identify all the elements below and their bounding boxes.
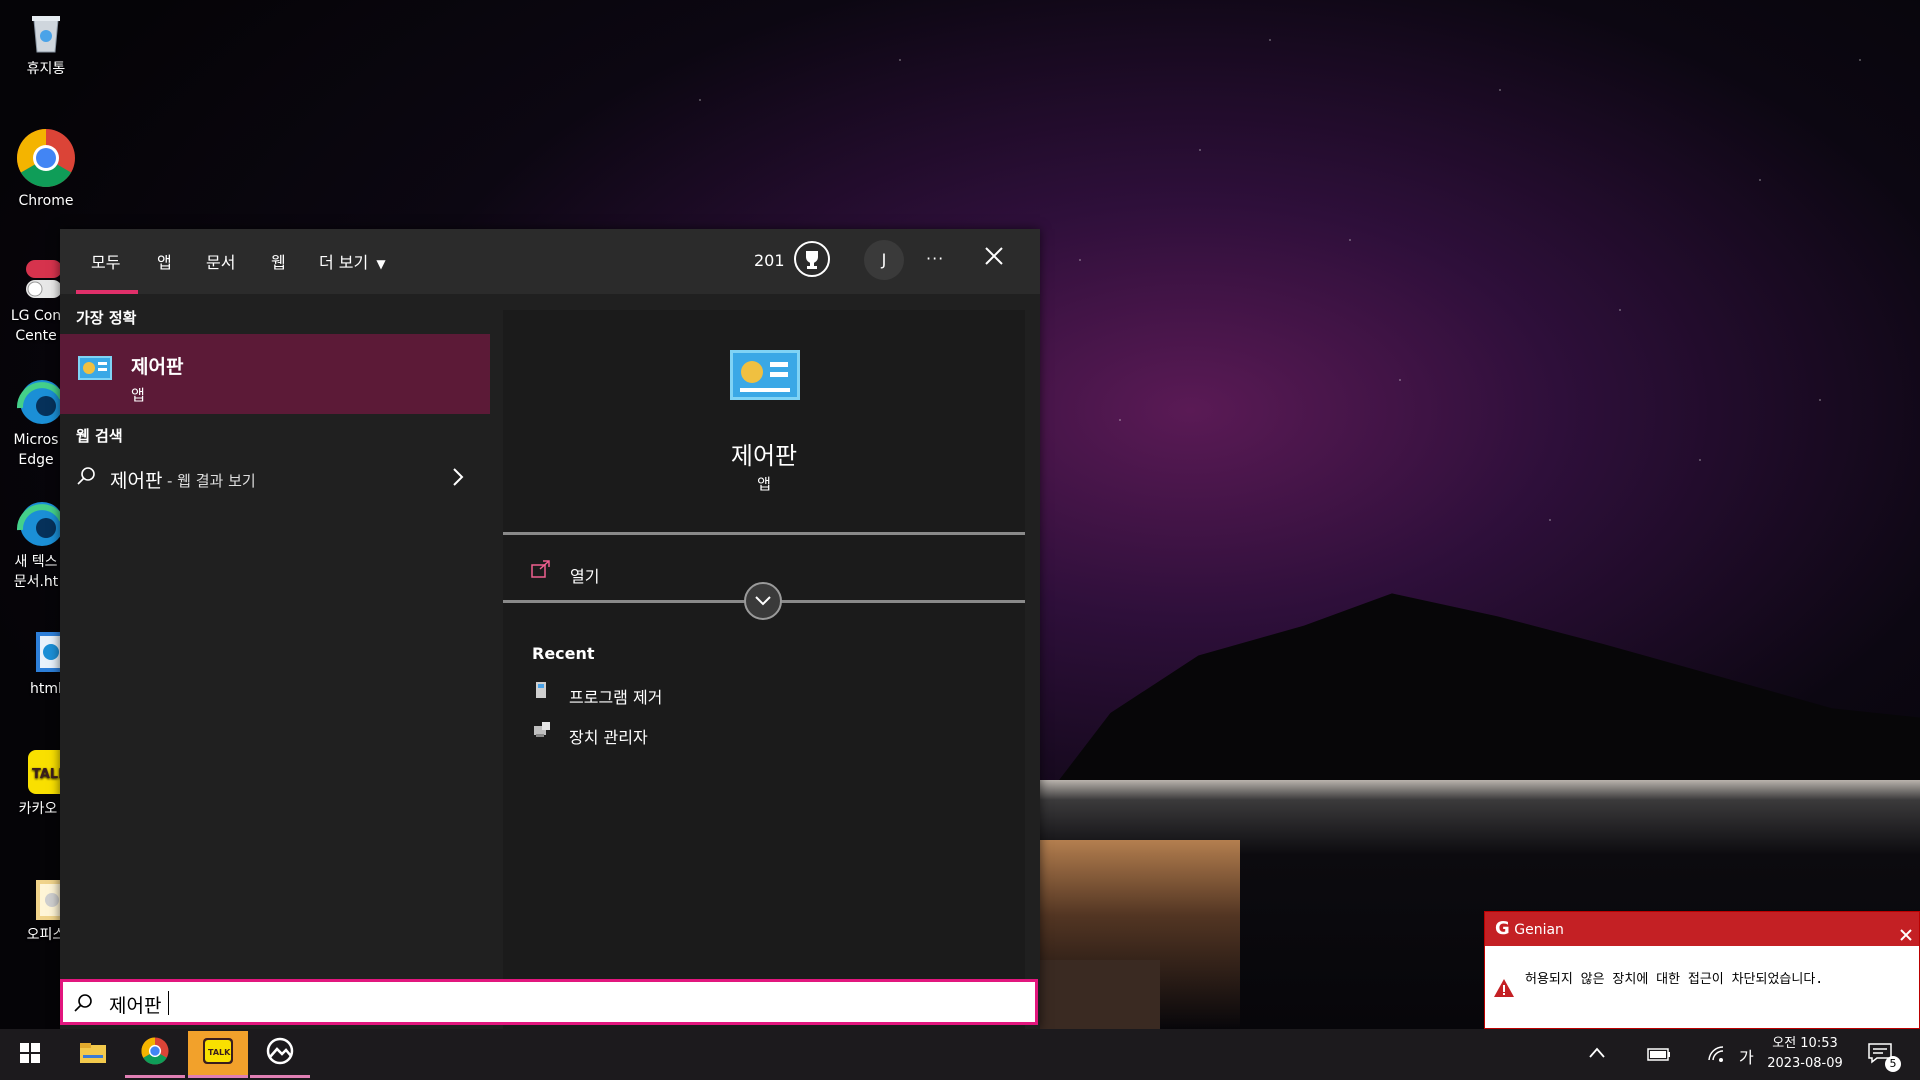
search-tabs-bar: 모두 앱 문서 웹 더 보기 ▼ 201 J ··· xyxy=(60,229,1040,294)
desktop-icon-chrome[interactable]: Chrome xyxy=(6,128,86,211)
wallpaper-mountain xyxy=(1040,593,1920,805)
preview-title: 제어판 xyxy=(730,442,798,470)
tab-apps[interactable]: 앱 xyxy=(157,249,172,273)
tab-web[interactable]: 웹 xyxy=(271,249,286,273)
tab-all[interactable]: 모두 xyxy=(91,249,120,273)
web-search-heading: 웹 검색 xyxy=(76,427,123,445)
genian-notification: G Genian 허용되지 않은 장치에 대한 접근이 차단되었습니다. xyxy=(1484,911,1920,1029)
recent-item-label: 프로그램 제거 xyxy=(569,688,663,707)
caret-down-icon: ▼ xyxy=(376,257,386,271)
edge-icon xyxy=(14,500,65,548)
recent-item-label: 장치 관리자 xyxy=(569,728,648,747)
control-panel-large-icon xyxy=(730,350,800,400)
windows-logo-icon xyxy=(19,1042,41,1068)
avatar-initial: J xyxy=(881,250,887,269)
photos-icon xyxy=(265,1037,295,1069)
preview-subtitle: 앱 xyxy=(757,475,771,493)
windows-search-panel: 모두 앱 문서 웹 더 보기 ▼ 201 J ··· 가장 정확 제어판 앱 웹… xyxy=(60,229,1040,1029)
search-input-box[interactable]: 제어판 xyxy=(60,979,1038,1025)
taskbar-kakaotalk[interactable]: TALK xyxy=(188,1031,248,1078)
ime-indicator[interactable]: 가 xyxy=(1739,1044,1754,1068)
clock[interactable]: 오전 10:53 2023-08-09 xyxy=(1760,1034,1850,1074)
taskbar-chrome[interactable] xyxy=(125,1031,185,1078)
chrome-icon xyxy=(16,128,76,188)
genian-header: G Genian xyxy=(1485,912,1919,946)
more-options-button[interactable]: ··· xyxy=(926,249,944,268)
close-icon[interactable] xyxy=(983,245,1005,267)
search-input[interactable]: 제어판 xyxy=(109,991,161,1018)
desktop-icon-recycle-bin[interactable]: 휴지통 xyxy=(6,8,86,79)
recent-heading: Recent xyxy=(532,644,595,663)
genian-message: 허용되지 않은 장치에 대한 접근이 차단되었습니다. xyxy=(1525,972,1824,987)
kakaotalk-icon: TALK xyxy=(14,748,72,796)
recent-item[interactable]: 장치 관리자 xyxy=(532,714,992,750)
taskbar-photos[interactable] xyxy=(250,1031,310,1078)
rewards-trophy-icon[interactable] xyxy=(793,240,831,278)
notification-center-icon[interactable]: 5 xyxy=(1867,1042,1901,1072)
expand-button[interactable] xyxy=(744,582,782,620)
divider xyxy=(503,532,1025,535)
warning-icon xyxy=(1493,978,1515,1002)
battery-icon[interactable] xyxy=(1647,1046,1671,1066)
avatar[interactable]: J xyxy=(864,240,904,280)
show-hidden-icons-chevron-icon[interactable] xyxy=(1587,1045,1607,1064)
best-match-subtitle: 앱 xyxy=(131,386,145,404)
web-result-query: 제어판 xyxy=(110,470,163,492)
web-search-result[interactable]: 제어판 - 웹 결과 보기 xyxy=(60,454,490,500)
search-icon xyxy=(76,466,96,490)
close-icon[interactable] xyxy=(1899,921,1913,955)
search-icon xyxy=(73,993,93,1017)
device-manager-icon xyxy=(532,720,552,744)
recent-item[interactable]: 프로그램 제거 xyxy=(532,674,992,710)
text-caret xyxy=(168,991,169,1015)
clock-time: 오전 10:53 xyxy=(1772,1036,1838,1051)
wallpaper-dock xyxy=(1040,960,1160,1030)
chevron-down-icon xyxy=(754,593,772,612)
kakaotalk-icon: TALK xyxy=(203,1038,233,1068)
tab-documents[interactable]: 문서 xyxy=(206,249,235,273)
recycle-bin-icon xyxy=(22,8,70,56)
edge-icon xyxy=(14,378,65,426)
tab-more[interactable]: 더 보기 ▼ xyxy=(319,249,386,273)
control-panel-icon xyxy=(78,356,112,380)
open-external-icon xyxy=(531,560,551,582)
web-result-suffix: - 웹 결과 보기 xyxy=(167,472,256,490)
lg-control-center-icon xyxy=(14,254,62,302)
genian-logo-icon: G xyxy=(1495,918,1510,939)
best-match-result[interactable]: 제어판 앱 xyxy=(60,334,490,414)
best-match-title: 제어판 xyxy=(131,356,184,378)
wifi-icon[interactable] xyxy=(1707,1045,1729,1067)
start-button[interactable] xyxy=(0,1031,60,1078)
notification-count-badge: 5 xyxy=(1885,1056,1901,1072)
rewards-points: 201 xyxy=(754,251,785,270)
svg-text:TALK: TALK xyxy=(208,1048,231,1057)
open-label: 열기 xyxy=(570,567,600,586)
preview-pane: 제어판 앱 열기 Recent 프로그램 제거 장치 관리자 xyxy=(503,310,1025,1029)
file-explorer-icon xyxy=(79,1041,107,1069)
svg-text:TALK: TALK xyxy=(32,767,62,782)
uninstall-program-icon xyxy=(532,680,550,704)
tab-more-label: 더 보기 xyxy=(319,253,369,272)
best-match-heading: 가장 정확 xyxy=(76,309,137,327)
genian-brand: Genian xyxy=(1514,922,1564,938)
chrome-icon xyxy=(141,1037,169,1069)
taskbar-file-explorer[interactable] xyxy=(63,1031,123,1078)
clock-date: 2023-08-09 xyxy=(1767,1056,1843,1071)
chevron-right-icon xyxy=(450,466,466,492)
